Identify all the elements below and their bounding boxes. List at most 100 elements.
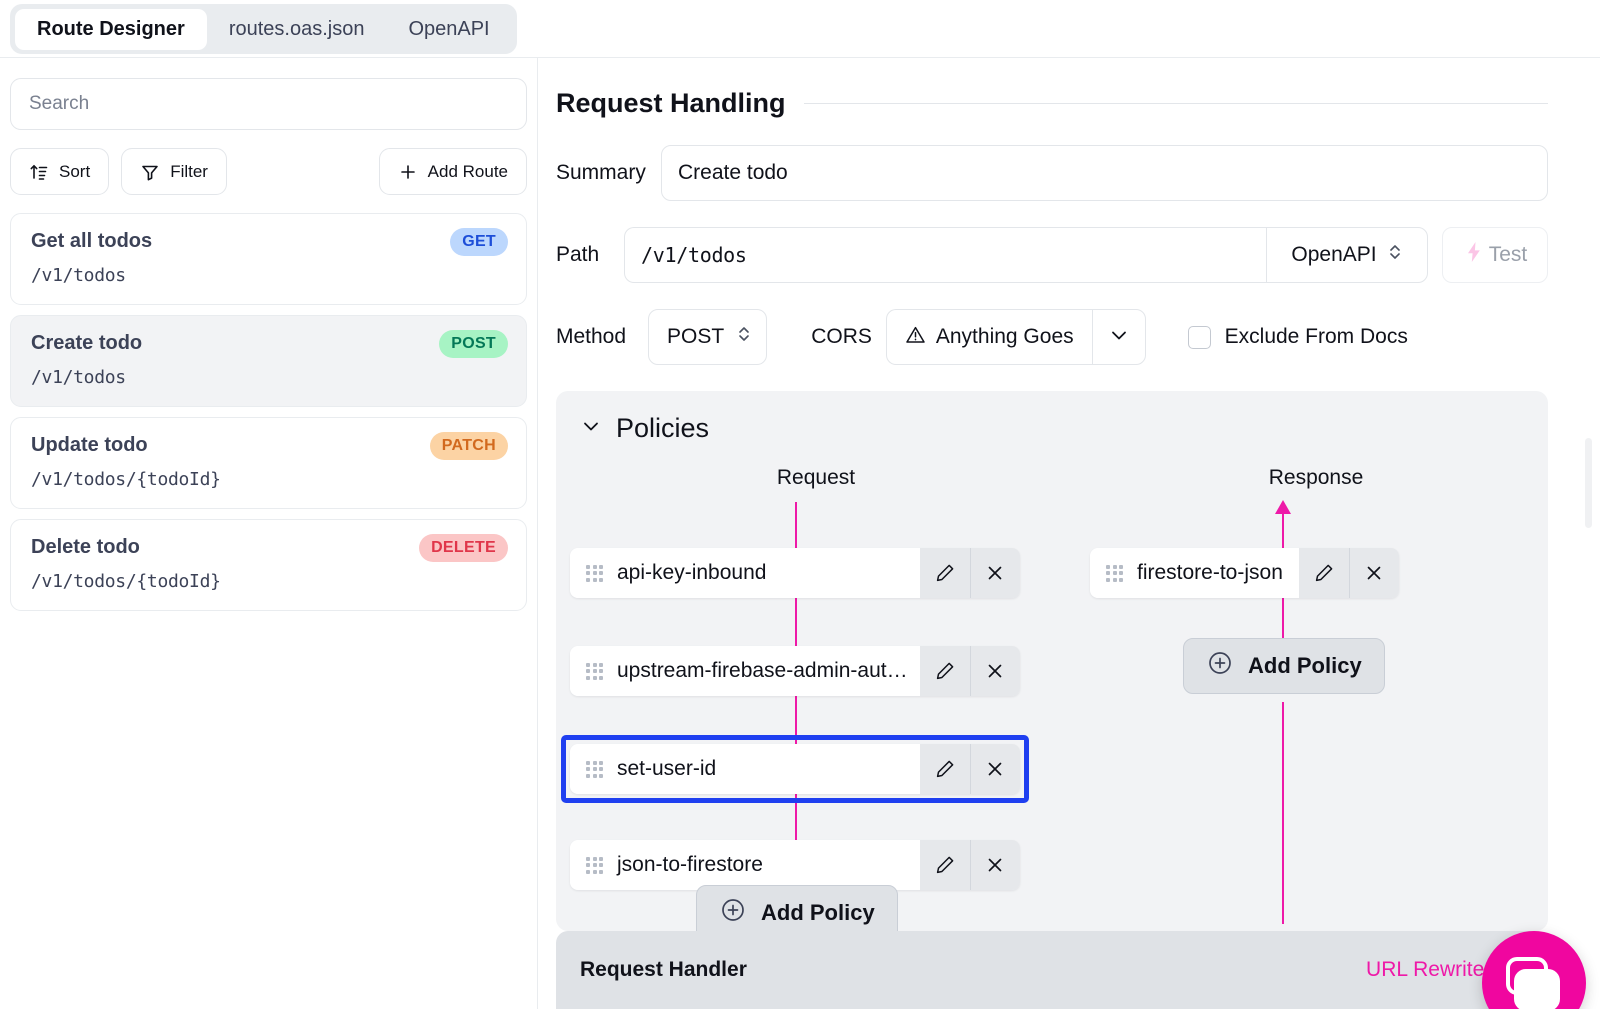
method-select[interactable]: POST — [648, 309, 767, 365]
openapi-select[interactable]: OpenAPI — [1266, 227, 1428, 283]
policy-name-box[interactable]: api-key-inbound — [570, 548, 920, 598]
route-path: /v1/todos — [31, 367, 506, 388]
section-divider — [804, 103, 1548, 104]
cors-value: Anything Goes — [936, 325, 1074, 349]
policy-name: api-key-inbound — [617, 561, 766, 585]
plus-icon — [398, 162, 418, 182]
policy-row[interactable]: firestore-to-json — [1090, 548, 1399, 598]
drag-handle-icon[interactable] — [586, 857, 603, 874]
policy-name-box[interactable]: json-to-firestore — [570, 840, 920, 890]
filter-label: Filter — [170, 162, 208, 182]
search-placeholder: Search — [29, 93, 89, 115]
edit-policy-button[interactable] — [920, 840, 970, 890]
path-value: /v1/todos — [641, 243, 747, 267]
tab-openapi[interactable]: OpenAPI — [386, 9, 511, 50]
request-column-label: Request — [556, 466, 1076, 490]
edit-policy-button[interactable] — [920, 646, 970, 696]
flow-line-segment — [795, 696, 797, 744]
route-name: Get all todos — [31, 230, 506, 253]
method-badge: GET — [450, 228, 508, 256]
policy-name-box[interactable]: set-user-id — [570, 744, 920, 794]
sidebar-toolbar: Sort Filter Add Route — [10, 148, 527, 195]
method-value: POST — [667, 325, 724, 349]
remove-policy-button[interactable] — [1349, 548, 1399, 598]
remove-policy-button[interactable] — [970, 840, 1020, 890]
drag-handle-icon[interactable] — [586, 565, 603, 582]
summary-input[interactable]: Create todo — [661, 145, 1548, 201]
route-path: /v1/todos — [31, 265, 506, 286]
section-header: Request Handling — [556, 88, 1600, 119]
route-path: /v1/todos/{todoId} — [31, 469, 506, 490]
plus-circle-icon — [1206, 649, 1234, 683]
lightning-icon — [1463, 240, 1485, 270]
method-label: Method — [556, 325, 648, 349]
tab-routes-oas-json[interactable]: routes.oas.json — [207, 9, 387, 50]
policy-row[interactable]: api-key-inbound — [570, 548, 1020, 598]
routes-sidebar: Search Sort Filter — [0, 58, 538, 1009]
remove-policy-button[interactable] — [970, 744, 1020, 794]
search-input[interactable]: Search — [10, 78, 527, 130]
summary-label: Summary — [556, 161, 661, 185]
add-route-button[interactable]: Add Route — [379, 148, 527, 195]
remove-policy-button[interactable] — [970, 646, 1020, 696]
path-row: Path /v1/todos OpenAPI — [556, 227, 1600, 283]
cors-label: CORS — [811, 325, 872, 349]
policy-name-box[interactable]: upstream-firebase-admin-aut… — [570, 646, 920, 696]
sort-button[interactable]: Sort — [10, 148, 109, 195]
test-label: Test — [1489, 243, 1528, 267]
cors-dropdown-arrow[interactable] — [1092, 309, 1146, 365]
page-title: Request Handling — [556, 88, 786, 119]
plus-circle-icon — [719, 896, 747, 930]
flow-line-segment — [1282, 702, 1284, 924]
response-column-label: Response — [1076, 466, 1548, 490]
drag-handle-icon[interactable] — [1106, 565, 1123, 582]
route-list-item[interactable]: Update todo /v1/todos/{todoId} PATCH — [10, 417, 527, 509]
policy-name: set-user-id — [617, 757, 716, 781]
drag-handle-icon[interactable] — [586, 761, 603, 778]
route-path: /v1/todos/{todoId} — [31, 571, 506, 592]
policy-name-box[interactable]: firestore-to-json — [1090, 548, 1299, 598]
edit-policy-button[interactable] — [920, 744, 970, 794]
add-policy-label: Add Policy — [1248, 653, 1362, 679]
vertical-scrollbar[interactable] — [1585, 438, 1592, 528]
route-name: Create todo — [31, 332, 506, 355]
route-list-item[interactable]: Get all todos /v1/todos GET — [10, 213, 527, 305]
policy-name: json-to-firestore — [617, 853, 763, 877]
cors-select[interactable]: Anything Goes — [886, 309, 1146, 365]
policies-header[interactable]: Policies — [556, 391, 1548, 444]
exclude-from-docs-control[interactable]: Exclude From Docs — [1188, 325, 1408, 349]
path-input[interactable]: /v1/todos — [624, 227, 1266, 283]
policy-columns: Request api-key-inbound — [556, 444, 1548, 914]
drag-handle-icon[interactable] — [586, 663, 603, 680]
exclude-from-docs-checkbox[interactable] — [1188, 326, 1211, 349]
policy-row[interactable]: json-to-firestore — [570, 840, 1020, 890]
request-handler-title: Request Handler — [580, 958, 747, 982]
remove-policy-button[interactable] — [970, 548, 1020, 598]
policies-title: Policies — [616, 413, 709, 444]
filter-button[interactable]: Filter — [121, 148, 227, 195]
chevron-updown-icon — [1387, 241, 1403, 269]
exclude-from-docs-label: Exclude From Docs — [1225, 325, 1408, 349]
add-response-policy-button[interactable]: Add Policy — [1183, 638, 1385, 694]
request-handling-panel: Request Handling Summary Create todo Pat… — [538, 58, 1600, 1009]
request-policy-column: Request api-key-inbound — [556, 444, 1076, 490]
add-request-policy-button[interactable]: Add Policy — [696, 885, 898, 931]
response-policy-column: Response firestore-to-json — [1076, 444, 1548, 490]
edit-policy-button[interactable] — [1299, 548, 1349, 598]
flow-line-segment — [795, 502, 797, 548]
edit-policy-button[interactable] — [920, 548, 970, 598]
route-list-item[interactable]: Create todo /v1/todos POST — [10, 315, 527, 407]
tab-group: Route Designer routes.oas.json OpenAPI — [10, 4, 517, 54]
route-list-item[interactable]: Delete todo /v1/todos/{todoId} DELETE — [10, 519, 527, 611]
add-route-label: Add Route — [428, 162, 508, 182]
policy-row[interactable]: set-user-id — [570, 744, 1020, 794]
flow-line-segment — [795, 792, 797, 840]
warning-triangle-icon — [905, 324, 926, 351]
policy-row[interactable]: upstream-firebase-admin-aut… — [570, 646, 1020, 696]
test-button[interactable]: Test — [1442, 227, 1548, 283]
summary-row: Summary Create todo — [556, 145, 1600, 201]
add-policy-label: Add Policy — [761, 900, 875, 926]
tab-route-designer[interactable]: Route Designer — [15, 9, 207, 50]
chevron-down-icon[interactable] — [580, 415, 602, 442]
flow-line-segment — [795, 598, 797, 646]
